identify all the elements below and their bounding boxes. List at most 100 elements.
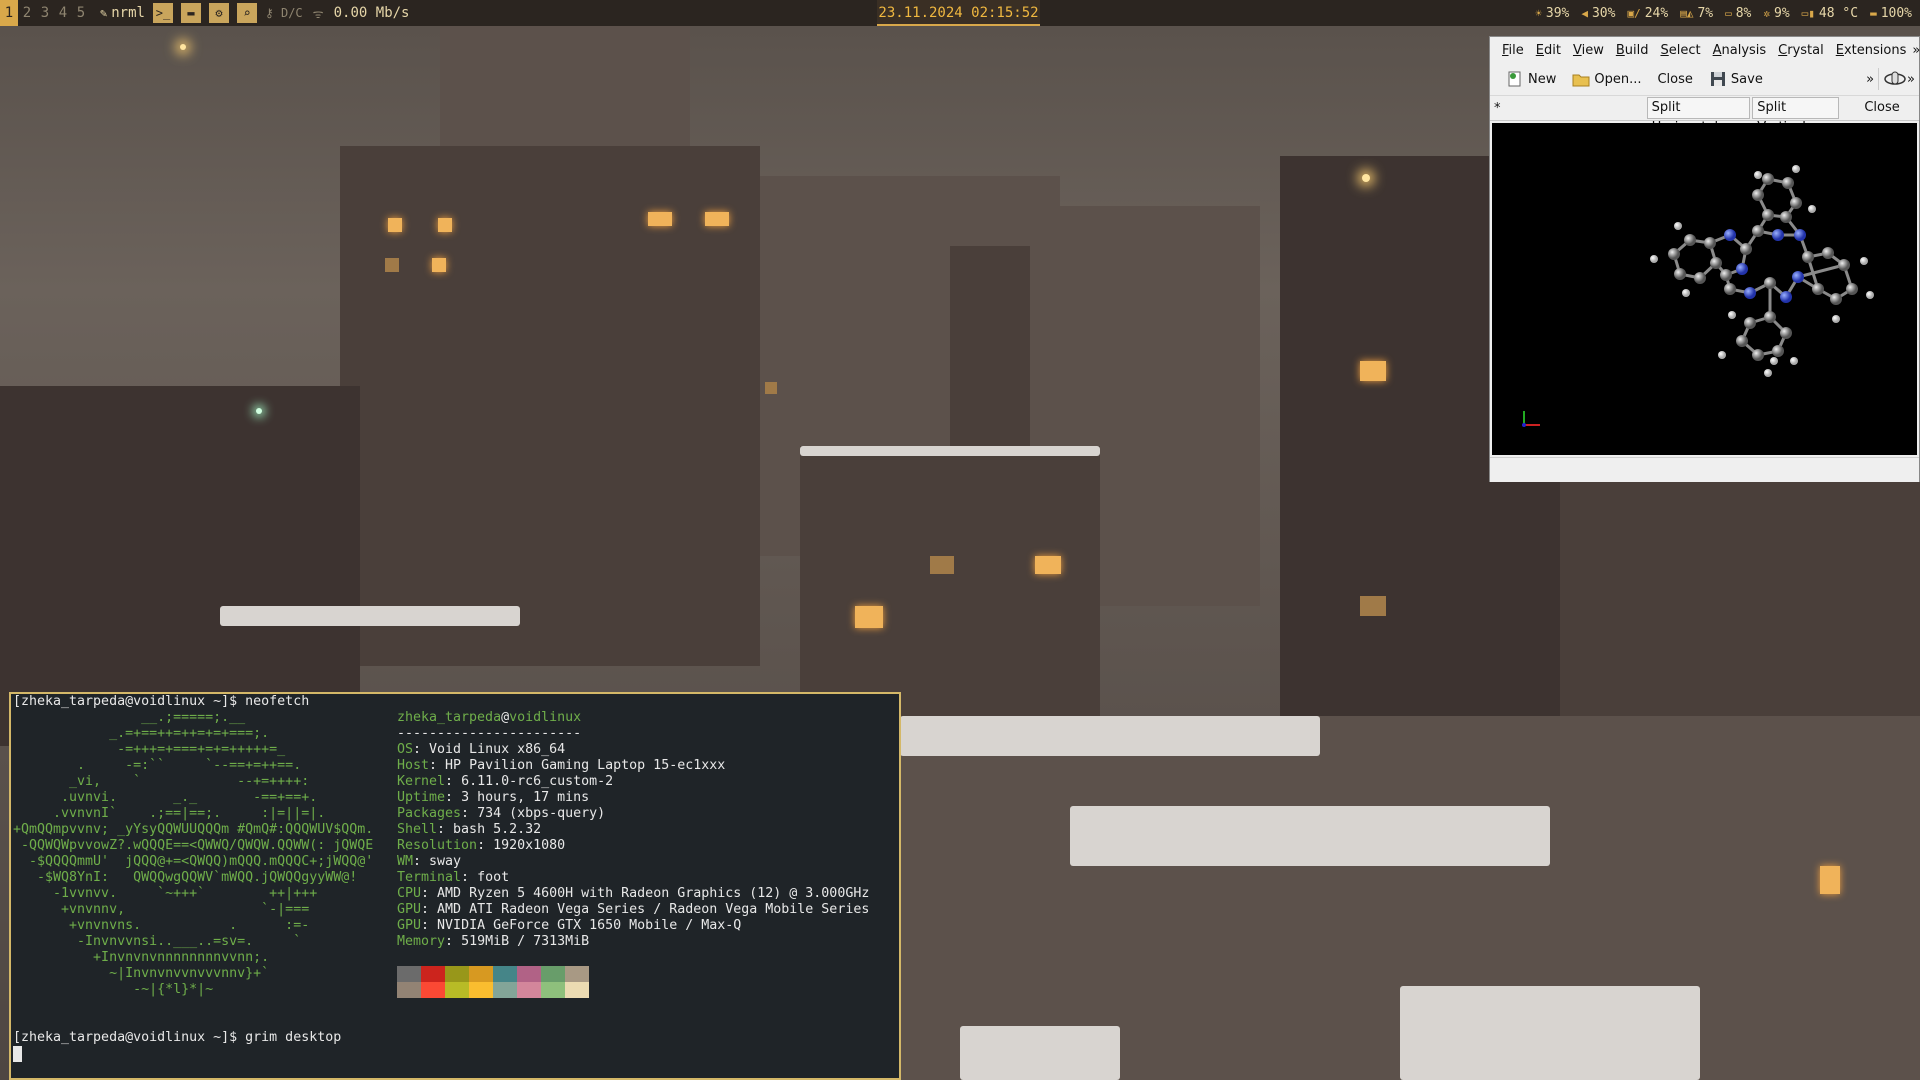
palette-swatch xyxy=(469,966,493,982)
molecule-carbon-atom xyxy=(1780,327,1792,339)
menu-overflow-button[interactable]: » xyxy=(1912,43,1920,58)
battery-icon: ▬ xyxy=(1870,6,1877,20)
palette-swatch xyxy=(541,982,565,998)
info-value: NVIDIA GeForce GTX 1650 Mobile / Max-Q xyxy=(437,918,742,933)
menu-edit[interactable]: Edit xyxy=(1530,43,1567,58)
navigate-tool-icon xyxy=(1884,71,1906,85)
menu-analysis[interactable]: Analysis xyxy=(1707,43,1773,58)
settings-launcher-icon[interactable]: ⚙ xyxy=(208,3,229,23)
info-colon: : xyxy=(429,758,446,773)
toolbar-overflow-button[interactable]: » xyxy=(1862,72,1878,87)
navigate-tool-button[interactable]: » xyxy=(1878,68,1919,90)
molecule-carbon-atom xyxy=(1762,209,1774,221)
clock[interactable]: 23.11.2024 02:15:52 xyxy=(877,0,1040,26)
battery-indicator: ▬ 100% xyxy=(1870,6,1912,21)
molecule-hydrogen-atom xyxy=(1770,357,1778,365)
info-key: GPU xyxy=(397,902,422,917)
molecule-carbon-atom xyxy=(1668,248,1680,260)
molecule-carbon-atom xyxy=(1720,269,1732,281)
terminal-window[interactable]: [zheka_tarpeda@voidlinux ~]$ neofetch __… xyxy=(9,692,901,1080)
info-value: foot xyxy=(477,870,510,885)
wallpaper-snow xyxy=(900,716,1320,756)
workspace-3[interactable]: 3 xyxy=(36,0,54,26)
user-name: zheka_tarpeda xyxy=(397,710,502,725)
tab-molecule[interactable]: * xyxy=(1490,101,1645,116)
info-value: AMD Ryzen 5 4600H with Radeon Graphics (… xyxy=(437,886,870,901)
vpn-status: ⚷ D/C xyxy=(264,6,303,20)
wallpaper-building xyxy=(340,146,760,666)
molecule-nitrogen-atom xyxy=(1744,287,1756,299)
workspace-4[interactable]: 4 xyxy=(54,0,72,26)
volume-indicator[interactable]: ◀ 30% xyxy=(1581,6,1615,21)
menu-build[interactable]: Build xyxy=(1610,43,1655,58)
wallpaper-window xyxy=(705,212,729,226)
search-launcher-icon[interactable]: ⌕ xyxy=(236,3,257,23)
main-toolbar: New Open... Close Save » » xyxy=(1490,63,1919,96)
menu-file[interactable]: File xyxy=(1496,43,1530,58)
molecule-carbon-atom xyxy=(1762,173,1774,185)
molecule-carbon-atom xyxy=(1710,257,1722,269)
wallpaper-window xyxy=(385,258,399,272)
molecule-carbon-atom xyxy=(1704,237,1716,249)
user-host-at: @ xyxy=(501,710,510,725)
molecule-carbon-atom xyxy=(1838,259,1850,271)
molecule-hydrogen-atom xyxy=(1860,257,1868,265)
palette-swatch xyxy=(445,982,469,998)
wallpaper-window xyxy=(648,212,672,226)
wallpaper-window xyxy=(438,218,452,232)
workspace-2[interactable]: 2 xyxy=(18,0,36,26)
info-value: 6.11.0-rc6_custom-2 xyxy=(461,774,614,789)
info-key: Terminal xyxy=(397,870,462,885)
logo-line: __.;=====;.__ xyxy=(13,710,246,725)
molecule-hydrogen-atom xyxy=(1866,291,1874,299)
gpu-indicator: ✲ 9% xyxy=(1763,6,1789,21)
close-view-button[interactable]: Close xyxy=(1845,98,1919,118)
close-button[interactable]: Close xyxy=(1649,65,1700,93)
info-value: Void Linux x86_64 xyxy=(429,742,566,757)
info-colon: : xyxy=(413,742,430,757)
wallpaper-snow xyxy=(800,446,1100,456)
open-button[interactable]: Open... xyxy=(1564,65,1649,93)
palette-swatch xyxy=(421,966,445,982)
menu-crystal[interactable]: Crystal xyxy=(1772,43,1830,58)
workspace-5[interactable]: 5 xyxy=(72,0,90,26)
mode-icon: ✎ xyxy=(100,6,108,20)
volume-value: 30% xyxy=(1591,5,1616,21)
workspace-1[interactable]: 1 xyxy=(0,0,18,26)
split-vertical-button[interactable]: Split Vertical xyxy=(1752,97,1840,135)
save-button[interactable]: Save xyxy=(1701,65,1771,93)
brightness-value: 39% xyxy=(1545,5,1570,21)
new-button[interactable]: New xyxy=(1498,65,1564,93)
molecule-carbon-atom xyxy=(1830,293,1842,305)
info-row: OS: Void Linux x86_64 xyxy=(397,742,565,758)
info-key: GPU xyxy=(397,918,422,933)
menu-view[interactable]: View xyxy=(1567,43,1610,58)
molecule-3d-view[interactable] xyxy=(1492,123,1917,455)
wallpaper-light xyxy=(180,44,186,50)
folder-launcher-icon[interactable]: ▬ xyxy=(180,3,201,23)
avogadro-window: File Edit View Build Select Analysis Crystal Ex… xyxy=(1489,36,1920,482)
logo-line: +QmQQmpvvnv; _yYsyQQWUUQQQm #QmQ#:QQQWUV… xyxy=(13,822,374,837)
wallpaper-snow xyxy=(1400,986,1700,1080)
info-key: CPU xyxy=(397,886,422,901)
wallpaper-snow xyxy=(960,1026,1120,1080)
logo-line: . -=:`` `--==+=++==. xyxy=(13,758,302,773)
info-key: OS xyxy=(397,742,414,757)
molecule-carbon-atom xyxy=(1812,283,1824,295)
menu-select[interactable]: Select xyxy=(1654,43,1706,58)
molecule-carbon-atom xyxy=(1752,225,1764,237)
split-horizontal-button[interactable]: Split Horizontal xyxy=(1646,97,1751,135)
molecule-carbon-atom xyxy=(1764,277,1776,289)
menu-extensions[interactable]: Extensions xyxy=(1830,43,1913,58)
speaker-icon: ◀ xyxy=(1581,6,1588,20)
info-colon: : xyxy=(437,822,454,837)
terminal-launcher-icon[interactable]: >_ xyxy=(152,3,173,23)
molecule-nitrogen-atom xyxy=(1780,291,1792,303)
brightness-indicator: ☀ 39% xyxy=(1535,6,1569,21)
gpu-icon: ✲ xyxy=(1763,6,1771,20)
molecule-render xyxy=(1522,165,1874,427)
molecule-carbon-atom xyxy=(1724,283,1736,295)
navigate-tool-more: » xyxy=(1907,71,1915,87)
info-row: WM: sway xyxy=(397,854,461,870)
info-value: HP Pavilion Gaming Laptop 15-ec1xxx xyxy=(445,758,726,773)
